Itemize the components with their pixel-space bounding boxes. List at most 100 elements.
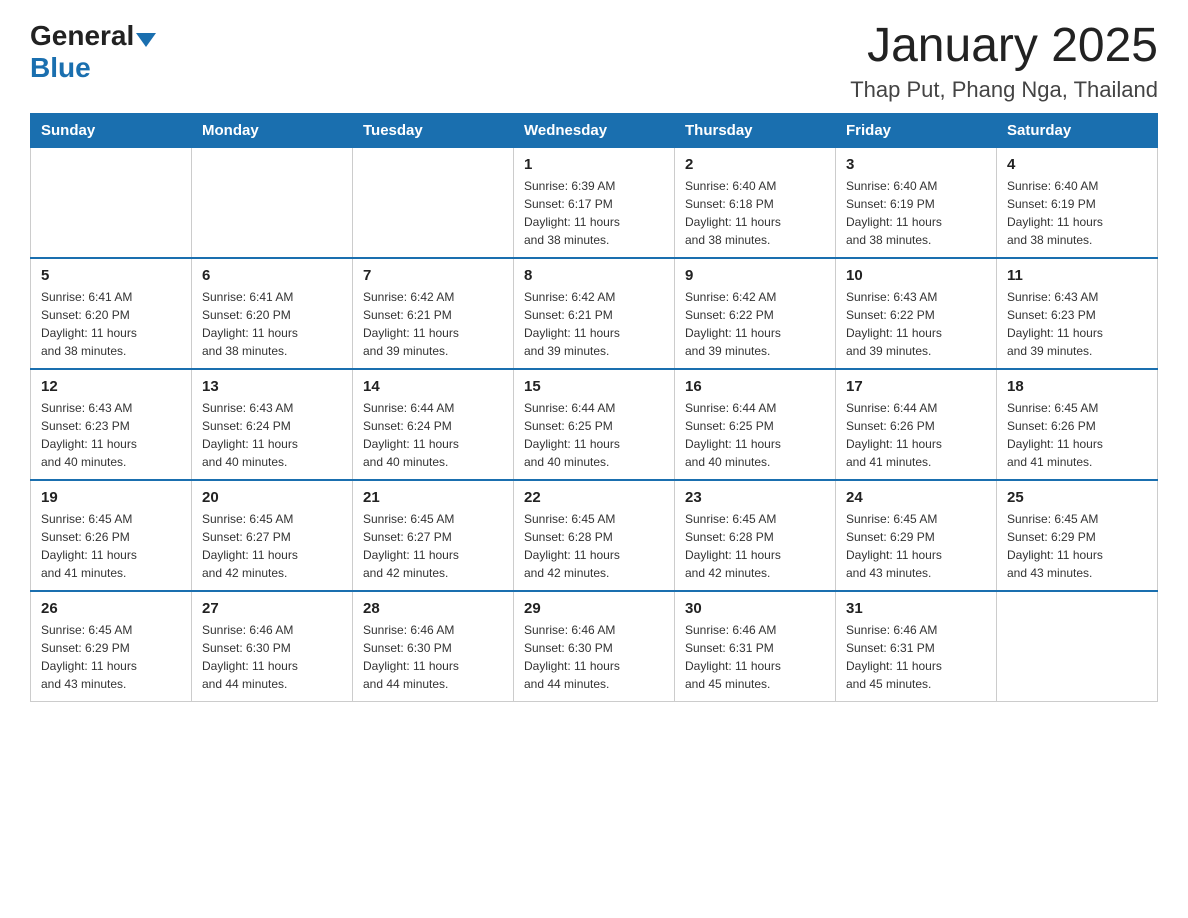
calendar-body: 1 Sunrise: 6:39 AM Sunset: 6:17 PM Daylig… [31,147,1158,701]
day-info: Sunrise: 6:46 AM Sunset: 6:30 PM Dayligh… [363,621,503,693]
day-number: 7 [363,267,503,284]
calendar-cell: 2Sunrise: 6:40 AM Sunset: 6:18 PM Daylig… [675,147,836,258]
day-info: Sunrise: 6:42 AM Sunset: 6:21 PM Dayligh… [524,288,664,360]
day-info: Sunrise: 6:43 AM Sunset: 6:22 PM Dayligh… [846,288,986,360]
day-info: Sunrise: 6:43 AM Sunset: 6:24 PM Dayligh… [202,399,342,471]
page-header: General Blue January 2025 Thap Put, Phan… [30,20,1158,103]
column-header-monday: Monday [192,113,353,147]
day-info: Sunrise: 6:45 AM Sunset: 6:29 PM Dayligh… [1007,510,1147,582]
day-number: 23 [685,489,825,506]
day-info: Sunrise: 6:45 AM Sunset: 6:27 PM Dayligh… [202,510,342,582]
calendar-cell: 26 Sunrise: 6:45 AM Sunset: 6:29 PM Dayli… [31,591,192,702]
calendar-cell: 29 Sunrise: 6:46 AM Sunset: 6:30 PM Dayli… [514,591,675,702]
calendar-cell: 7 Sunrise: 6:42 AM Sunset: 6:21 PM Daylig… [353,258,514,369]
logo-blue-text: Blue [30,52,91,83]
calendar-cell: 12Sunrise: 6:43 AM Sunset: 6:23 PM Dayli… [31,369,192,480]
calendar-cell [997,591,1158,702]
calendar-cell: 28 Sunrise: 6:46 AM Sunset: 6:30 PM Dayli… [353,591,514,702]
day-number: 15 [524,378,664,395]
column-header-friday: Friday [836,113,997,147]
day-info: Sunrise: 6:44 AM Sunset: 6:25 PM Dayligh… [685,399,825,471]
day-info: Sunrise: 6:44 AM Sunset: 6:25 PM Dayligh… [524,399,664,471]
day-info: Sunrise: 6:45 AM Sunset: 6:28 PM Dayligh… [685,510,825,582]
day-info: Sunrise: 6:43 AM Sunset: 6:23 PM Dayligh… [41,399,181,471]
day-info: Sunrise: 6:45 AM Sunset: 6:29 PM Dayligh… [41,621,181,693]
column-header-thursday: Thursday [675,113,836,147]
calendar-cell: 15 Sunrise: 6:44 AM Sunset: 6:25 PM Dayli… [514,369,675,480]
calendar-cell: 17 Sunrise: 6:44 AM Sunset: 6:26 PM Dayli… [836,369,997,480]
calendar-cell: 11Sunrise: 6:43 AM Sunset: 6:23 PM Dayli… [997,258,1158,369]
calendar-cell: 19 Sunrise: 6:45 AM Sunset: 6:26 PM Dayli… [31,480,192,591]
day-info: Sunrise: 6:39 AM Sunset: 6:17 PM Dayligh… [524,177,664,249]
day-number: 10 [846,267,986,284]
calendar-cell: 23 Sunrise: 6:45 AM Sunset: 6:28 PM Dayli… [675,480,836,591]
day-number: 17 [846,378,986,395]
calendar-cell: 24Sunrise: 6:45 AM Sunset: 6:29 PM Dayli… [836,480,997,591]
calendar-cell: 16 Sunrise: 6:44 AM Sunset: 6:25 PM Dayli… [675,369,836,480]
calendar-cell: 21Sunrise: 6:45 AM Sunset: 6:27 PM Dayli… [353,480,514,591]
day-number: 3 [846,156,986,173]
week-row-4: 19 Sunrise: 6:45 AM Sunset: 6:26 PM Dayli… [31,480,1158,591]
calendar-cell [192,147,353,258]
title-area: January 2025 Thap Put, Phang Nga, Thaila… [850,20,1158,103]
calendar-cell [31,147,192,258]
week-row-1: 1 Sunrise: 6:39 AM Sunset: 6:17 PM Daylig… [31,147,1158,258]
day-info: Sunrise: 6:44 AM Sunset: 6:24 PM Dayligh… [363,399,503,471]
calendar-cell: 8Sunrise: 6:42 AM Sunset: 6:21 PM Daylig… [514,258,675,369]
day-number: 22 [524,489,664,506]
calendar-title: January 2025 [850,20,1158,73]
day-number: 13 [202,378,342,395]
calendar-cell: 27 Sunrise: 6:46 AM Sunset: 6:30 PM Dayli… [192,591,353,702]
day-info: Sunrise: 6:40 AM Sunset: 6:19 PM Dayligh… [1007,177,1147,249]
day-info: Sunrise: 6:40 AM Sunset: 6:19 PM Dayligh… [846,177,986,249]
column-header-saturday: Saturday [997,113,1158,147]
calendar-cell: 25 Sunrise: 6:45 AM Sunset: 6:29 PM Dayli… [997,480,1158,591]
logo: General Blue [30,20,156,84]
day-info: Sunrise: 6:45 AM Sunset: 6:26 PM Dayligh… [1007,399,1147,471]
calendar-cell: 20 Sunrise: 6:45 AM Sunset: 6:27 PM Dayli… [192,480,353,591]
day-info: Sunrise: 6:44 AM Sunset: 6:26 PM Dayligh… [846,399,986,471]
day-number: 9 [685,267,825,284]
column-header-sunday: Sunday [31,113,192,147]
day-number: 25 [1007,489,1147,506]
day-info: Sunrise: 6:41 AM Sunset: 6:20 PM Dayligh… [41,288,181,360]
day-number: 18 [1007,378,1147,395]
week-row-5: 26 Sunrise: 6:45 AM Sunset: 6:29 PM Dayli… [31,591,1158,702]
day-number: 16 [685,378,825,395]
day-number: 28 [363,600,503,617]
day-number: 29 [524,600,664,617]
day-number: 11 [1007,267,1147,284]
day-number: 1 [524,156,664,173]
day-info: Sunrise: 6:45 AM Sunset: 6:26 PM Dayligh… [41,510,181,582]
calendar-subtitle: Thap Put, Phang Nga, Thailand [850,77,1158,103]
day-info: Sunrise: 6:46 AM Sunset: 6:30 PM Dayligh… [202,621,342,693]
calendar-cell: 22 Sunrise: 6:45 AM Sunset: 6:28 PM Dayli… [514,480,675,591]
calendar-cell: 13 Sunrise: 6:43 AM Sunset: 6:24 PM Dayli… [192,369,353,480]
day-info: Sunrise: 6:46 AM Sunset: 6:31 PM Dayligh… [846,621,986,693]
calendar-table: SundayMondayTuesdayWednesdayThursdayFrid… [30,113,1158,702]
day-number: 24 [846,489,986,506]
day-number: 20 [202,489,342,506]
calendar-cell: 30Sunrise: 6:46 AM Sunset: 6:31 PM Dayli… [675,591,836,702]
day-number: 19 [41,489,181,506]
day-info: Sunrise: 6:45 AM Sunset: 6:28 PM Dayligh… [524,510,664,582]
day-number: 27 [202,600,342,617]
logo-general-text: General [30,20,134,52]
day-number: 31 [846,600,986,617]
day-number: 26 [41,600,181,617]
day-info: Sunrise: 6:42 AM Sunset: 6:21 PM Dayligh… [363,288,503,360]
column-header-wednesday: Wednesday [514,113,675,147]
calendar-cell: 5 Sunrise: 6:41 AM Sunset: 6:20 PM Daylig… [31,258,192,369]
day-info: Sunrise: 6:46 AM Sunset: 6:30 PM Dayligh… [524,621,664,693]
week-row-2: 5 Sunrise: 6:41 AM Sunset: 6:20 PM Daylig… [31,258,1158,369]
calendar-header-row: SundayMondayTuesdayWednesdayThursdayFrid… [31,113,1158,147]
calendar-cell: 1 Sunrise: 6:39 AM Sunset: 6:17 PM Daylig… [514,147,675,258]
day-number: 14 [363,378,503,395]
day-number: 6 [202,267,342,284]
day-number: 5 [41,267,181,284]
calendar-cell: 6Sunrise: 6:41 AM Sunset: 6:20 PM Daylig… [192,258,353,369]
calendar-cell: 4Sunrise: 6:40 AM Sunset: 6:19 PM Daylig… [997,147,1158,258]
day-info: Sunrise: 6:46 AM Sunset: 6:31 PM Dayligh… [685,621,825,693]
day-info: Sunrise: 6:42 AM Sunset: 6:22 PM Dayligh… [685,288,825,360]
calendar-cell [353,147,514,258]
